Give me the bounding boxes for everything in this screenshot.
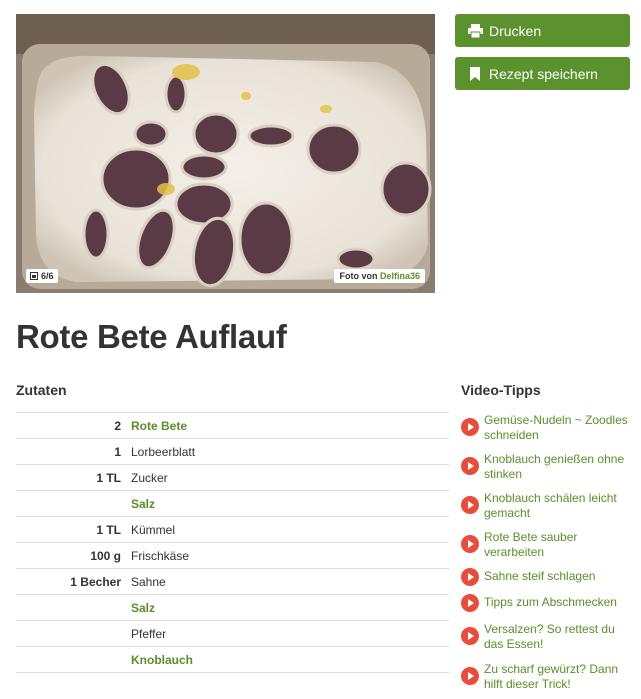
casserole-image	[16, 14, 435, 293]
ingredient-name[interactable]: Rote Bete	[131, 412, 449, 439]
ingredient-row: 1 Lorbeerblatt	[16, 438, 449, 465]
video-tips-heading: Video-Tipps	[461, 382, 541, 398]
ingredient-amount: 2	[16, 412, 131, 439]
video-tip-label: Rote Bete sauber verarbeiten	[484, 530, 578, 559]
video-tip-item[interactable]: Knoblauch schälen leicht gemacht	[461, 490, 636, 521]
ingredient-amount	[16, 620, 131, 647]
ingredient-name: Lorbeerblatt	[131, 438, 449, 465]
play-icon	[461, 594, 479, 612]
ingredient-amount: 1	[16, 438, 131, 465]
gallery-counter-text: 6/6	[41, 271, 54, 281]
ingredient-row: 2 Rote Bete	[16, 412, 449, 439]
save-recipe-button[interactable]: Rezept speichern	[455, 57, 630, 90]
ingredient-name: Zucker	[131, 464, 449, 491]
ingredients-table: 2 Rote Bete 1 Lorbeerblatt 1 TL Zucker Salz 1 T…	[16, 412, 449, 673]
video-tip-label: Sahne steif schlagen	[484, 569, 596, 583]
video-tip-item[interactable]: Rote Bete sauber verarbeiten	[461, 529, 636, 560]
video-tip-item[interactable]: Zu scharf gewürzt? Dann hilft dieser Tri…	[461, 661, 636, 692]
ingredient-row: 1 TL Kümmel	[16, 516, 449, 543]
video-tip-item[interactable]: Sahne steif schlagen	[461, 568, 636, 586]
video-tip-item[interactable]: Gemüse-Nudeln ~ Zoodles schneiden	[461, 412, 636, 443]
ingredient-name[interactable]: Salz	[131, 490, 449, 517]
ingredient-row: 100 g Frischkäse	[16, 542, 449, 569]
play-icon	[461, 667, 479, 685]
play-icon	[461, 568, 479, 586]
play-icon	[461, 627, 479, 645]
photo-credit-prefix: Foto von	[339, 271, 378, 281]
photo-credit-author[interactable]: Delfina36	[380, 271, 420, 281]
recipe-photo[interactable]: 6/6 Foto von Delfina36	[16, 14, 435, 293]
ingredient-amount: 1 Becher	[16, 568, 131, 595]
video-tip-label: Knoblauch genießen ohne stinken	[484, 452, 625, 481]
save-recipe-label: Rezept speichern	[489, 65, 598, 82]
video-tip-item[interactable]: Tipps zum Abschmecken	[461, 594, 636, 612]
ingredient-name[interactable]: Knoblauch	[131, 646, 449, 673]
recipe-title: Rote Bete Auflauf	[16, 318, 287, 355]
video-tip-label: Zu scharf gewürzt? Dann hilft dieser Tri…	[484, 662, 619, 691]
print-button[interactable]: Drucken	[455, 14, 630, 47]
ingredient-row: 1 TL Zucker	[16, 464, 449, 491]
play-icon	[461, 457, 479, 475]
video-tip-label: Versalzen? So rettest du das Essen!	[484, 622, 615, 651]
ingredient-row: Salz	[16, 594, 449, 621]
ingredient-name: Frischkäse	[131, 542, 449, 569]
bookmark-icon	[467, 66, 483, 82]
ingredient-name[interactable]: Salz	[131, 594, 449, 621]
video-tip-item[interactable]: Knoblauch genießen ohne stinken	[461, 451, 636, 482]
video-tip-label: Knoblauch schälen leicht gemacht	[484, 491, 617, 520]
ingredient-name: Pfeffer	[131, 620, 449, 647]
ingredient-name: Kümmel	[131, 516, 449, 543]
ingredient-amount: 1 TL	[16, 516, 131, 543]
video-tip-item[interactable]: Versalzen? So rettest du das Essen!	[461, 621, 636, 652]
play-icon	[461, 496, 479, 514]
printer-icon	[467, 23, 483, 39]
ingredient-name: Sahne	[131, 568, 449, 595]
ingredient-row: Salz	[16, 490, 449, 517]
gallery-counter[interactable]: 6/6	[26, 269, 58, 283]
ingredient-amount: 1 TL	[16, 464, 131, 491]
ingredient-row: 1 Becher Sahne	[16, 568, 449, 595]
video-tip-label: Gemüse-Nudeln ~ Zoodles schneiden	[484, 413, 628, 442]
ingredient-row: Knoblauch	[16, 646, 449, 673]
ingredient-amount	[16, 490, 131, 517]
gallery-icon	[30, 272, 38, 280]
ingredient-row: Pfeffer	[16, 620, 449, 647]
ingredients-heading: Zutaten	[16, 382, 67, 398]
ingredient-amount: 100 g	[16, 542, 131, 569]
video-tip-label: Tipps zum Abschmecken	[484, 595, 617, 609]
ingredient-amount	[16, 646, 131, 673]
ingredient-amount	[16, 594, 131, 621]
play-icon	[461, 535, 479, 553]
play-icon	[461, 418, 479, 436]
photo-credit: Foto von Delfina36	[334, 269, 425, 283]
print-button-label: Drucken	[489, 22, 542, 39]
